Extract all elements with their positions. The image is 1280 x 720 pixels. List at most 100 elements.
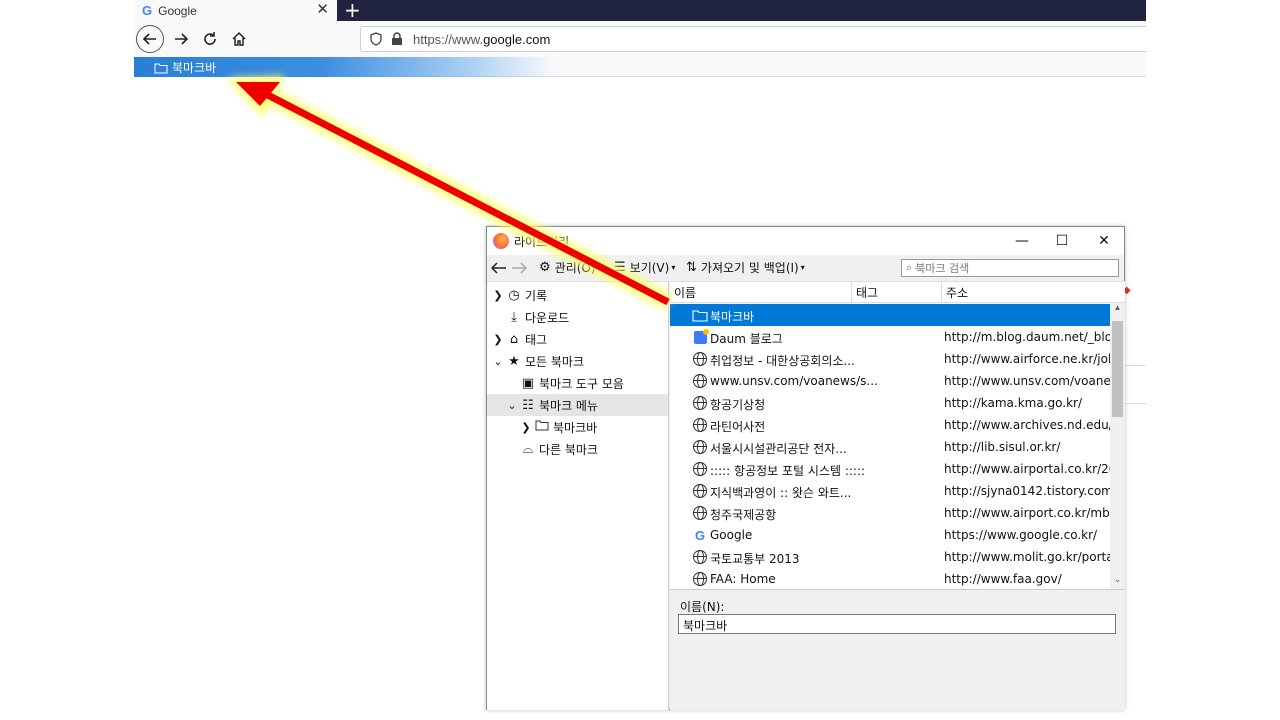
manage-menu-button[interactable]: ⚙ 관리(O) ▾	[539, 259, 602, 276]
name-field[interactable]: 북마크바	[678, 614, 1116, 634]
other-bookmarks-icon: ⌓	[522, 441, 534, 457]
list-scrollbar[interactable]: ▴ ⌄	[1110, 303, 1125, 589]
chevron-right-icon[interactable]: ❯	[491, 289, 505, 302]
bookmark-url: http://www.archives.nd.edu/cgi-bi	[944, 418, 1110, 432]
bookmark-url: http://www.airforce.ne.kr/jobinfo/	[944, 352, 1110, 366]
folder-icon	[533, 419, 551, 435]
views-menu-button[interactable]: ☰ 보기(V) ▾	[614, 259, 675, 276]
lock-icon[interactable]	[391, 32, 403, 46]
bookmark-row[interactable]: G Google https://www.google.co.kr/	[670, 524, 1110, 546]
close-window-button[interactable]: ✕	[1084, 227, 1124, 255]
column-header-location[interactable]: 주소	[942, 282, 1125, 303]
url-domain: google.com	[483, 31, 551, 47]
chevron-down-icon[interactable]: ⌄	[505, 399, 519, 412]
tree-item-bookmarks-toolbar[interactable]: ▣ 북마크 도구 모음	[505, 372, 624, 394]
tree-item-tags[interactable]: ❯ ⌂ 태그	[491, 328, 547, 350]
google-icon: G	[694, 527, 706, 543]
back-arrow-icon	[142, 33, 156, 45]
bookmark-row[interactable]: FAA: Home http://www.faa.gov/	[670, 568, 1110, 589]
bookmark-row[interactable]: 청주국제공항 http://www.airport.co.kr/mbs/che	[670, 502, 1110, 524]
bookmark-name: 지식백과영이 :: 왓슨 와트...	[710, 486, 852, 500]
nav-bar: https://www.google.com	[134, 21, 1146, 57]
bookmark-name: Google	[710, 528, 753, 542]
reload-button[interactable]	[196, 25, 224, 53]
back-icon[interactable]	[491, 261, 507, 275]
globe-icon	[692, 351, 708, 367]
dropdown-icon: ▾	[597, 263, 602, 272]
bookmark-list: 이름 태그 주소 북마크바 Daum 블로그 http://m.blog.daum.…	[670, 281, 1125, 589]
chevron-right-icon[interactable]: ❯	[519, 421, 533, 434]
tag-icon: ⌂	[509, 331, 519, 347]
bookmark-row[interactable]: 항공기상청 http://kama.kma.go.kr/	[670, 392, 1110, 414]
scroll-thumb[interactable]	[1112, 321, 1123, 417]
tab-close-icon[interactable]: ✕	[316, 0, 329, 19]
bookmark-url: https://www.google.co.kr/	[944, 528, 1098, 542]
arrow-head	[236, 82, 280, 106]
bookmark-row[interactable]: www.unsv.com/voanews/s... http://www.unsv…	[670, 370, 1110, 392]
gear-icon: ⚙	[539, 260, 551, 275]
bookmark-name: 국토교통부 2013	[710, 552, 800, 566]
bookmarks-toolbar-icon: ▣	[521, 375, 535, 391]
home-button[interactable]	[225, 25, 253, 53]
globe-icon	[692, 439, 708, 455]
home-icon	[232, 31, 246, 46]
minimize-button[interactable]: —	[1002, 227, 1042, 255]
dropdown-icon: ▾	[800, 263, 805, 272]
tree-label: 다른 북마크	[539, 442, 599, 457]
bookmark-row[interactable]: 라틴어사전 http://www.archives.nd.edu/cgi-bi	[670, 414, 1110, 436]
library-toolbar: ⚙ 관리(O) ▾ ☰ 보기(V) ▾ ⇅ 가져오기 및 백업(I) ▾ ⌕ 북…	[487, 255, 1124, 281]
bookmark-row[interactable]: 취업정보 - 대한상공회의소... http://www.airforce.ne.…	[670, 348, 1110, 370]
new-tab-button[interactable]: +	[344, 0, 361, 22]
globe-icon	[692, 571, 708, 587]
bookmark-name: 라틴어사전	[710, 420, 766, 434]
tab-strip: G Google ✕ +	[134, 0, 1146, 22]
search-placeholder: 북마크 검색	[915, 262, 970, 275]
column-header-name[interactable]: 이름	[670, 282, 852, 303]
bookmark-url: http://lib.sisul.or.kr/	[944, 440, 1061, 454]
globe-icon	[692, 461, 708, 477]
bookmarks-bar-folder[interactable]: 북마크바	[154, 59, 216, 76]
library-sidebar-tree: ❯ ◷ 기록 ⤓ 다운로드 ❯ ⌂ 태그 ⌄ ★ 모든 북마크 ▣ 북마크 도구…	[487, 281, 669, 710]
back-button[interactable]	[136, 25, 164, 53]
tree-label: 다운로드	[525, 310, 570, 325]
forward-icon[interactable]	[511, 261, 527, 275]
background-divider	[1125, 365, 1146, 366]
maximize-button[interactable]: ☐	[1042, 227, 1082, 255]
tree-item-bookmarks-bar[interactable]: ❯ 북마크바	[519, 416, 597, 438]
bookmark-name: Daum 블로그	[710, 332, 783, 346]
url-bar[interactable]: https://www.google.com	[360, 26, 1146, 52]
bookmark-url: http://www.unsv.com/voanews/sp	[944, 374, 1110, 388]
bookmark-row[interactable]: 국토교통부 2013 http://www.molit.go.kr/portal.…	[670, 546, 1110, 568]
bookmark-url: http://www.faa.gov/	[944, 572, 1062, 586]
import-backup-menu-button[interactable]: ⇅ 가져오기 및 백업(I) ▾	[686, 259, 805, 276]
globe-icon	[692, 417, 708, 433]
bookmark-row[interactable]: ::::: 항공정보 포털 시스템 ::::: http://www.airpor…	[670, 458, 1110, 480]
views-label: 보기(V)	[629, 261, 670, 275]
tree-item-bookmarks-menu[interactable]: ⌄ ☷ 북마크 메뉴	[487, 394, 668, 416]
globe-icon	[692, 505, 708, 521]
scroll-up-icon[interactable]: ▴	[1110, 303, 1125, 318]
folder-icon	[692, 307, 708, 323]
bookmark-row[interactable]: 북마크바	[670, 304, 1110, 326]
chevron-right-icon[interactable]: ❯	[491, 333, 505, 346]
bookmark-url: http://www.airport.co.kr/mbs/che	[944, 506, 1110, 520]
tree-label: 모든 북마크	[525, 354, 585, 369]
tree-item-other-bookmarks[interactable]: ⌓ 다른 북마크	[505, 438, 598, 460]
forward-button[interactable]	[167, 25, 195, 53]
bookmark-url: http://kama.kma.go.kr/	[944, 396, 1083, 410]
bookmarks-bar-folder-label: 북마크바	[172, 61, 217, 75]
bookmark-row[interactable]: Daum 블로그 http://m.blog.daum.net/_blog/_m	[670, 326, 1110, 348]
tab-google[interactable]: G Google ✕	[134, 0, 337, 21]
bookmark-row[interactable]: 서울시시설관리공단 전자... http://lib.sisul.or.kr/	[670, 436, 1110, 458]
shield-icon[interactable]	[369, 32, 383, 46]
scroll-down-icon[interactable]: ⌄	[1110, 575, 1125, 589]
column-header-tags[interactable]: 태그	[852, 282, 942, 303]
reload-icon	[204, 32, 216, 45]
tree-item-all-bookmarks[interactable]: ⌄ ★ 모든 북마크	[491, 350, 584, 372]
daum-icon	[692, 328, 709, 345]
tree-item-downloads[interactable]: ⤓ 다운로드	[491, 306, 569, 328]
bookmark-search-input[interactable]: ⌕ 북마크 검색	[901, 259, 1119, 277]
tree-item-history[interactable]: ❯ ◷ 기록	[491, 284, 547, 306]
bookmark-row[interactable]: 지식백과영이 :: 왓슨 와트... http://sjyna0142.tisto…	[670, 480, 1110, 502]
chevron-down-icon[interactable]: ⌄	[491, 355, 505, 368]
